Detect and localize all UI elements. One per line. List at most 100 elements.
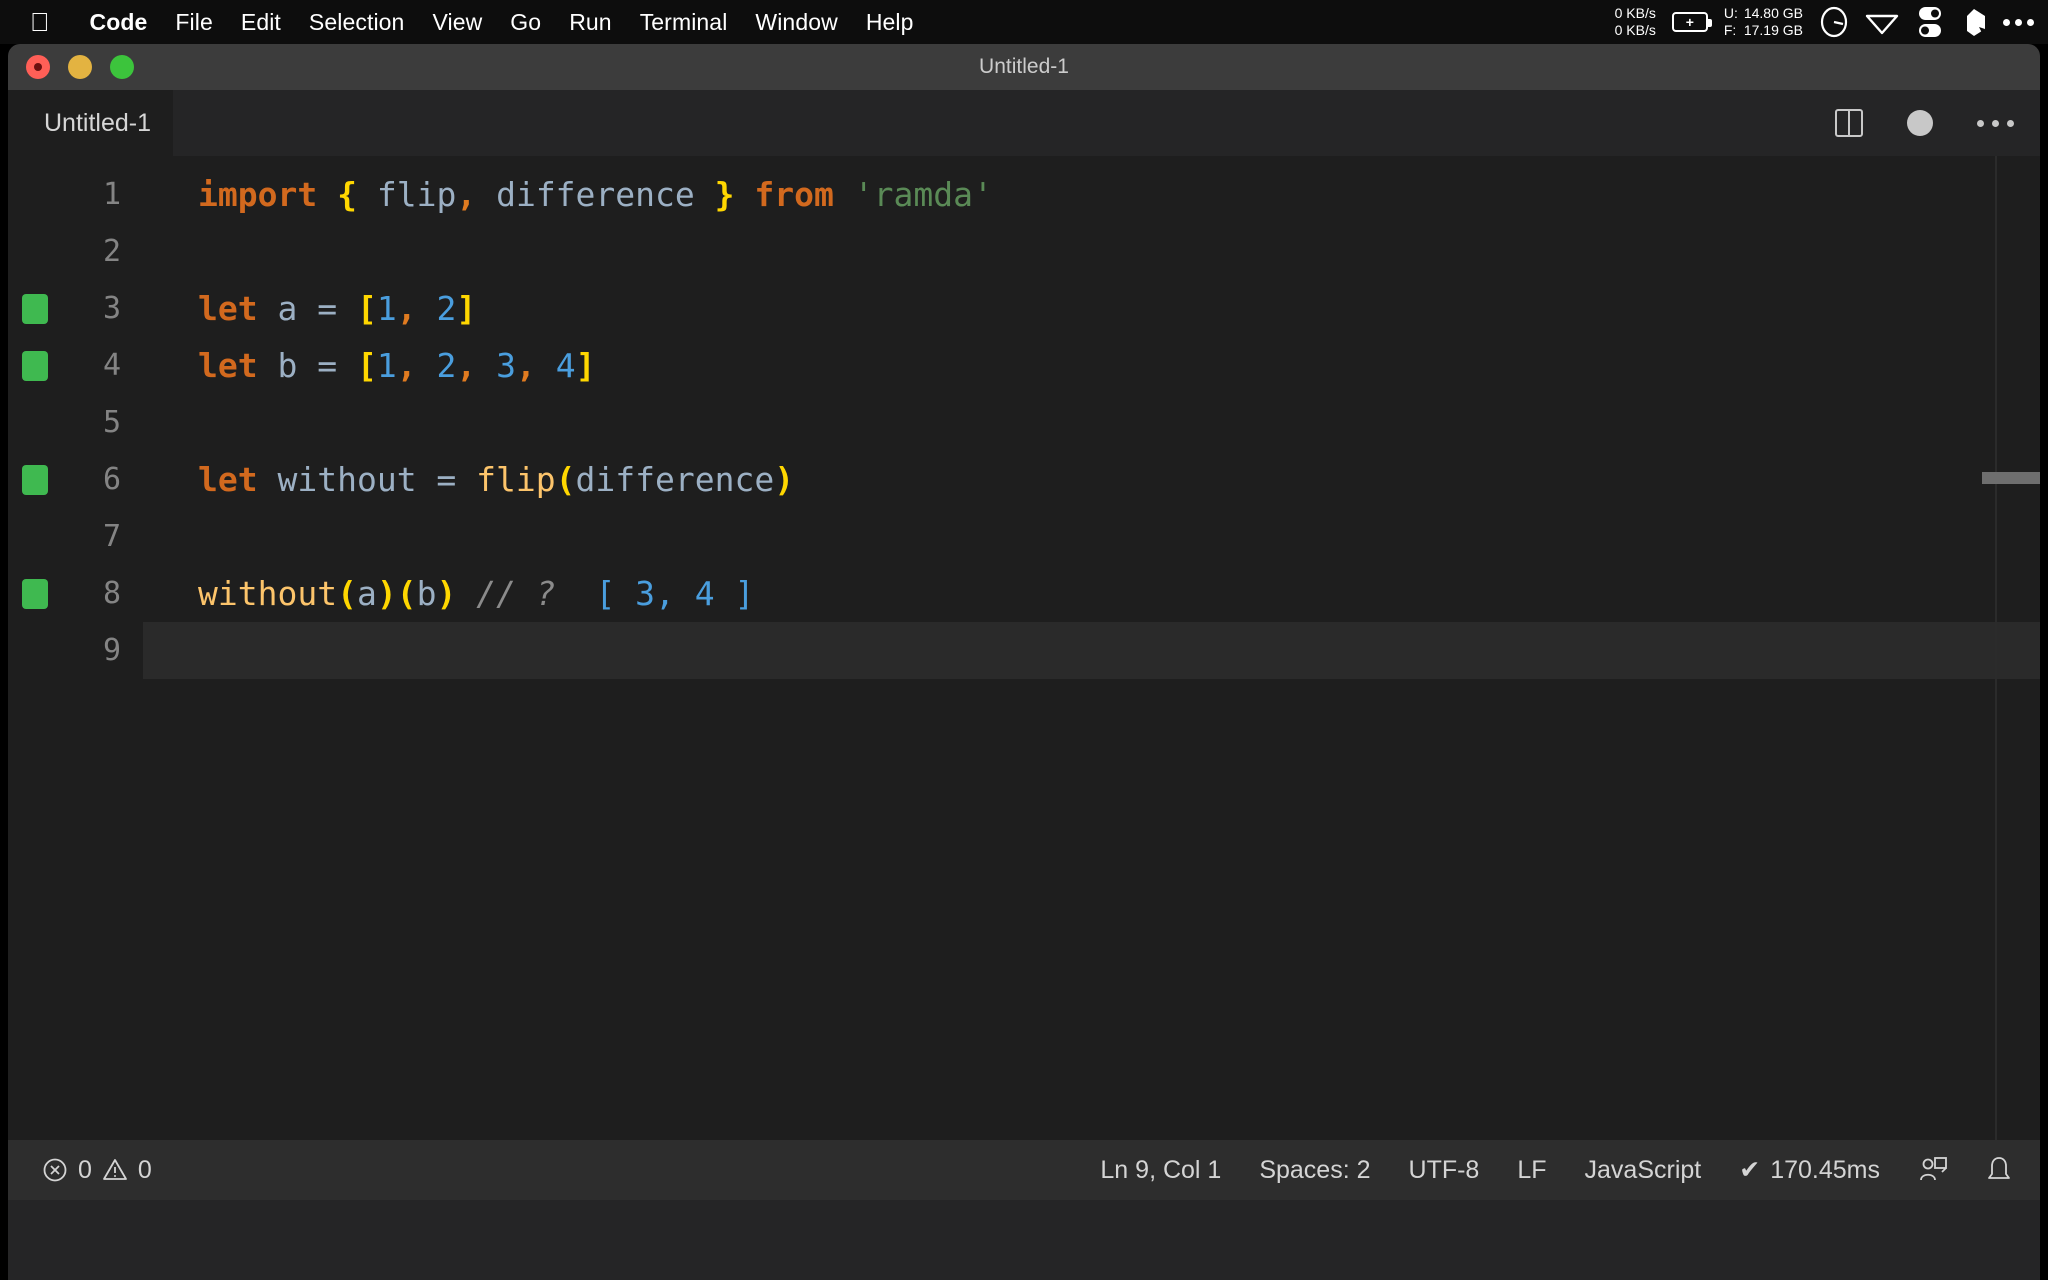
code-token: 3 <box>496 346 516 385</box>
code-line[interactable]: 8 without(a)(b) // ? [ 3, 4 ] <box>8 565 2040 622</box>
more-ellipsis-icon[interactable] <box>2003 18 2034 26</box>
wifi-icon[interactable] <box>1865 9 1899 35</box>
code-line[interactable]: 6 let without = flip(difference) <box>8 451 2040 508</box>
file-encoding[interactable]: UTF-8 <box>1409 1156 1480 1185</box>
code-line-content[interactable]: import { flip, difference } from 'ramda' <box>143 166 2040 223</box>
code-token: let <box>198 460 258 499</box>
menu-item-edit[interactable]: Edit <box>227 9 295 36</box>
memory-stats-indicator: U: 14.80 GB F: 17.19 GB <box>1724 0 1803 44</box>
code-token: [ <box>356 289 377 328</box>
code-token: ] <box>456 289 477 328</box>
menubar-status-area: 0 KB/s 0 KB/s + U: 14.80 GB F: 17.19 GB <box>1615 0 2034 44</box>
code-line-content[interactable] <box>143 223 2040 280</box>
menu-item-terminal[interactable]: Terminal <box>626 9 742 36</box>
unsaved-dot-icon[interactable] <box>1907 110 1933 136</box>
code-editor[interactable]: 1 import { flip, difference } from 'ramda… <box>8 156 2040 1140</box>
macos-menubar:  CodeFileEditSelectionViewGoRunTerminal… <box>0 0 2048 44</box>
memory-used-value: 14.80 GB <box>1743 4 1803 21</box>
code-line-content[interactable] <box>143 508 2040 565</box>
code-token: } <box>714 175 735 214</box>
menu-item-window[interactable]: Window <box>741 9 851 36</box>
line-number: 9 <box>102 633 121 668</box>
code-line-content[interactable]: let b = [1, 2, 3, 4] <box>143 337 2040 394</box>
code-line-content[interactable] <box>143 394 2040 451</box>
modified-line-marker <box>22 578 48 609</box>
code-token: a <box>277 289 298 328</box>
line-number: 5 <box>102 405 121 440</box>
split-editor-icon[interactable] <box>1835 109 1863 137</box>
code-token: [ <box>356 346 377 385</box>
menu-item-go[interactable]: Go <box>496 9 555 36</box>
code-line-content[interactable]: let without = flip(difference) <box>143 451 2040 508</box>
code-token: flip <box>476 460 556 499</box>
code-line[interactable]: 7 <box>8 508 2040 565</box>
code-token: 1 <box>376 289 397 328</box>
code-line[interactable]: 5 <box>8 394 2040 451</box>
code-token: b <box>416 574 437 613</box>
cursor-position[interactable]: Ln 9, Col 1 <box>1100 1156 1221 1185</box>
code-token: import <box>198 175 318 214</box>
code-line[interactable]: 3 let a = [1, 2] <box>8 280 2040 337</box>
code-token: , <box>396 289 417 328</box>
code-lines-container: 1 import { flip, difference } from 'ramda… <box>8 156 2040 679</box>
code-token: , <box>396 346 417 385</box>
code-line-content[interactable]: let a = [1, 2] <box>143 280 2040 337</box>
menu-item-run[interactable]: Run <box>555 9 626 36</box>
memory-free-label: F: <box>1723 22 1737 38</box>
code-token: difference <box>575 460 775 499</box>
runtime-indicator[interactable]: ✔ 170.45ms <box>1739 1155 1880 1185</box>
code-token: a <box>356 574 377 613</box>
code-token: ) <box>774 460 795 499</box>
code-token: 1 <box>376 346 397 385</box>
live-share-icon[interactable] <box>1918 1155 1948 1185</box>
code-token: ] <box>575 346 596 385</box>
timer-icon[interactable] <box>1819 5 1849 39</box>
code-token: = <box>416 460 477 499</box>
code-line[interactable]: 1 import { flip, difference } from 'ramda… <box>8 166 2040 223</box>
code-line-content[interactable]: without(a)(b) // ? [ 3, 4 ] <box>143 565 2040 622</box>
code-token: { <box>337 175 357 214</box>
error-circle-icon <box>43 1158 67 1182</box>
line-ending[interactable]: LF <box>1517 1156 1546 1185</box>
more-actions-icon[interactable] <box>1977 119 2014 127</box>
menu-item-selection[interactable]: Selection <box>295 9 419 36</box>
runtime-check-icon: ✔ <box>1739 1156 1761 1184</box>
line-number: 1 <box>102 177 121 212</box>
modified-line-marker <box>22 464 48 495</box>
code-line-content[interactable] <box>143 622 2040 679</box>
code-line[interactable]: 4 let b = [1, 2, 3, 4] <box>8 337 2040 394</box>
network-download-speed: 0 KB/s <box>1614 22 1656 38</box>
code-token: , <box>456 175 477 214</box>
menu-item-code[interactable]: Code <box>76 9 162 36</box>
code-token: ( <box>396 574 417 613</box>
problems-indicator[interactable]: 0 0 <box>42 1156 152 1185</box>
control-center-icon[interactable] <box>1915 5 1945 39</box>
code-token: difference <box>496 175 695 214</box>
menu-item-help[interactable]: Help <box>852 9 928 36</box>
code-token: 4 <box>555 346 576 385</box>
menu-item-view[interactable]: View <box>418 9 496 36</box>
notifications-bell-icon[interactable] <box>1986 1155 2012 1185</box>
runtime-duration: 170.45ms <box>1770 1155 1880 1184</box>
code-token: 'ramda' <box>853 175 993 214</box>
editor-scrollbar-thumb[interactable] <box>1982 472 2040 484</box>
line-number: 2 <box>102 234 121 269</box>
indentation-setting[interactable]: Spaces: 2 <box>1259 1156 1370 1185</box>
dropbox-icon[interactable] <box>1961 7 1987 37</box>
menubar-items: Code File Edit Selection View Go Run Terminal Wi… <box>76 9 928 36</box>
code-line[interactable]: 2 <box>8 223 2040 280</box>
code-line[interactable]: 9 <box>8 622 2040 679</box>
battery-charging-icon[interactable]: + <box>1671 12 1712 32</box>
code-token: b <box>277 346 298 385</box>
apple-logo-icon[interactable]:  <box>30 0 50 44</box>
menu-item-file[interactable]: File <box>161 9 226 36</box>
language-mode[interactable]: JavaScript <box>1585 1156 1702 1185</box>
line-number: 7 <box>102 519 121 554</box>
tab-untitled-1[interactable]: Untitled-1 <box>8 90 173 156</box>
